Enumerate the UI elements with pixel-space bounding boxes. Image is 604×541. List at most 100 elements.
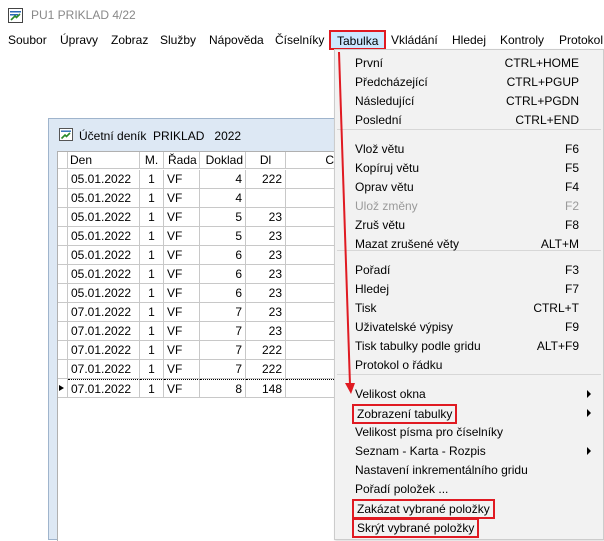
cell-mesic[interactable]: 1	[140, 265, 164, 284]
table-row[interactable]: 05.01.2022 1 VF 4	[58, 189, 350, 208]
cell-mesic[interactable]: 1	[140, 208, 164, 227]
menu-tabulka[interactable]: Tabulka	[329, 30, 387, 50]
cell-dl[interactable]: 23	[246, 227, 286, 246]
cell-rada[interactable]: VF	[164, 246, 200, 265]
menu-upravy[interactable]: Úpravy	[60, 33, 98, 47]
cell-rada[interactable]: VF	[164, 265, 200, 284]
table-row[interactable]: 07.01.2022 1 VF 7 23	[58, 322, 350, 341]
menu-item-nasledujici[interactable]: Následující CTRL+PGDN	[335, 91, 603, 110]
cell-doklad[interactable]: 7	[200, 360, 246, 379]
cell-mesic[interactable]: 1	[140, 379, 164, 398]
col-header-doklad[interactable]: Doklad	[200, 152, 246, 169]
row-indicator[interactable]	[58, 265, 68, 284]
cell-rada[interactable]: VF	[164, 360, 200, 379]
row-indicator[interactable]	[58, 360, 68, 379]
cell-dl[interactable]: 23	[246, 303, 286, 322]
cell-dl[interactable]: 23	[246, 284, 286, 303]
table-row[interactable]: 05.01.2022 1 VF 5 23	[58, 208, 350, 227]
table-row[interactable]: 05.01.2022 1 VF 6 23	[58, 246, 350, 265]
cell-mesic[interactable]: 1	[140, 341, 164, 360]
cell-doklad[interactable]: 8	[200, 379, 246, 398]
menu-protokol[interactable]: Protokol	[559, 33, 603, 47]
row-indicator[interactable]	[58, 341, 68, 360]
cell-den[interactable]: 05.01.2022	[68, 208, 140, 227]
col-header-den[interactable]: Den	[68, 152, 140, 169]
row-indicator[interactable]	[58, 246, 68, 265]
cell-mesic[interactable]: 1	[140, 303, 164, 322]
cell-doklad[interactable]: 5	[200, 208, 246, 227]
col-header-mesic[interactable]: M.	[140, 152, 164, 169]
col-header-dl[interactable]: Dl	[246, 152, 286, 169]
cell-den[interactable]: 07.01.2022	[68, 379, 140, 398]
cell-rada[interactable]: VF	[164, 227, 200, 246]
menu-soubor[interactable]: Soubor	[8, 33, 47, 47]
table-row[interactable]: 05.01.2022 1 VF 6 23	[58, 265, 350, 284]
cell-mesic[interactable]: 1	[140, 227, 164, 246]
cell-mesic[interactable]: 1	[140, 360, 164, 379]
cell-den[interactable]: 07.01.2022	[68, 341, 140, 360]
cell-dl[interactable]: 23	[246, 246, 286, 265]
menu-item-tisk[interactable]: Tisk CTRL+T	[335, 298, 603, 317]
cell-den[interactable]: 05.01.2022	[68, 246, 140, 265]
row-indicator[interactable]	[58, 379, 68, 398]
table-row[interactable]: 07.01.2022 1 VF 7 222	[58, 341, 350, 360]
table-row[interactable]: 05.01.2022 1 VF 6 23	[58, 284, 350, 303]
menu-vkladani[interactable]: Vkládání	[391, 33, 438, 47]
cell-den[interactable]: 05.01.2022	[68, 189, 140, 208]
cell-mesic[interactable]: 1	[140, 189, 164, 208]
cell-doklad[interactable]: 6	[200, 265, 246, 284]
cell-dl[interactable]: 23	[246, 208, 286, 227]
menu-item-zakazat-vybrane-polozky[interactable]: Zakázat vybrané položky	[335, 498, 603, 519]
cell-mesic[interactable]: 1	[140, 246, 164, 265]
cell-doklad[interactable]: 7	[200, 322, 246, 341]
cell-mesic[interactable]: 1	[140, 170, 164, 189]
menu-item-prvni[interactable]: První CTRL+HOME	[335, 53, 603, 72]
table-row[interactable]: 07.01.2022 1 VF 7 222	[58, 360, 350, 379]
menu-item-oprav-vetu[interactable]: Oprav větu F4	[335, 177, 603, 196]
menu-item-zrus-vetu[interactable]: Zruš větu F8	[335, 215, 603, 234]
cell-mesic[interactable]: 1	[140, 284, 164, 303]
menu-item-velikost-okna[interactable]: Velikost okna	[335, 384, 603, 403]
menu-item-poradi-polozek[interactable]: Pořadí položek ...	[335, 479, 603, 498]
menu-item-velikost-pisma-pro-ciselniky[interactable]: Velikost písma pro číselníky	[335, 422, 603, 441]
cell-doklad[interactable]: 4	[200, 170, 246, 189]
menu-item-poradi[interactable]: Pořadí F3	[335, 260, 603, 279]
cell-doklad[interactable]: 5	[200, 227, 246, 246]
menu-napoveda[interactable]: Nápověda	[209, 33, 264, 47]
menu-item-tisk-tabulky-podle-gridu[interactable]: Tisk tabulky podle gridu ALT+F9	[335, 336, 603, 355]
cell-den[interactable]: 07.01.2022	[68, 360, 140, 379]
menu-item-nastaveni-inkrementalniho-gridu[interactable]: Nastavení inkrementálního gridu	[335, 460, 603, 479]
menu-zobraz[interactable]: Zobraz	[111, 33, 148, 47]
cell-rada[interactable]: VF	[164, 379, 200, 398]
row-indicator[interactable]	[58, 284, 68, 303]
menu-item-predchazejici[interactable]: Předcházející CTRL+PGUP	[335, 72, 603, 91]
cell-dl[interactable]: 222	[246, 341, 286, 360]
menu-item-vloz-vetu[interactable]: Vlož větu F6	[335, 139, 603, 158]
cell-mesic[interactable]: 1	[140, 322, 164, 341]
menu-item-mazat-zrusene-vety[interactable]: Mazat zrušené věty ALT+M	[335, 234, 603, 253]
menu-item-skryt-vybrane-polozky[interactable]: Skrýt vybrané položky	[335, 517, 603, 538]
menu-item-posledni[interactable]: Poslední CTRL+END	[335, 110, 603, 129]
table-row[interactable]: 05.01.2022 1 VF 4 222	[58, 170, 350, 189]
row-indicator[interactable]	[58, 170, 68, 189]
row-indicator[interactable]	[58, 189, 68, 208]
col-header-rada[interactable]: Řada	[164, 152, 200, 169]
menu-hledej[interactable]: Hledej	[452, 33, 486, 47]
cell-dl[interactable]: 222	[246, 170, 286, 189]
child-title-bar[interactable]: Účetní deník PRIKLAD 2022	[49, 119, 348, 147]
cell-rada[interactable]: VF	[164, 170, 200, 189]
cell-den[interactable]: 07.01.2022	[68, 303, 140, 322]
row-indicator[interactable]	[58, 322, 68, 341]
cell-dl[interactable]	[246, 189, 286, 208]
cell-dl[interactable]: 222	[246, 360, 286, 379]
row-indicator[interactable]	[58, 303, 68, 322]
menu-item-hledej[interactable]: Hledej F7	[335, 279, 603, 298]
row-indicator[interactable]	[58, 208, 68, 227]
cell-doklad[interactable]: 4	[200, 189, 246, 208]
table-row[interactable]: 05.01.2022 1 VF 5 23	[58, 227, 350, 246]
cell-dl[interactable]: 23	[246, 322, 286, 341]
data-grid[interactable]: Den M. Řada Doklad Dl C 05.01.2022 1 VF 4 22…	[57, 151, 350, 541]
row-indicator[interactable]	[58, 227, 68, 246]
menu-item-uzivatelske-vypisy[interactable]: Uživatelské výpisy F9	[335, 317, 603, 336]
cell-dl[interactable]: 148	[246, 379, 286, 398]
